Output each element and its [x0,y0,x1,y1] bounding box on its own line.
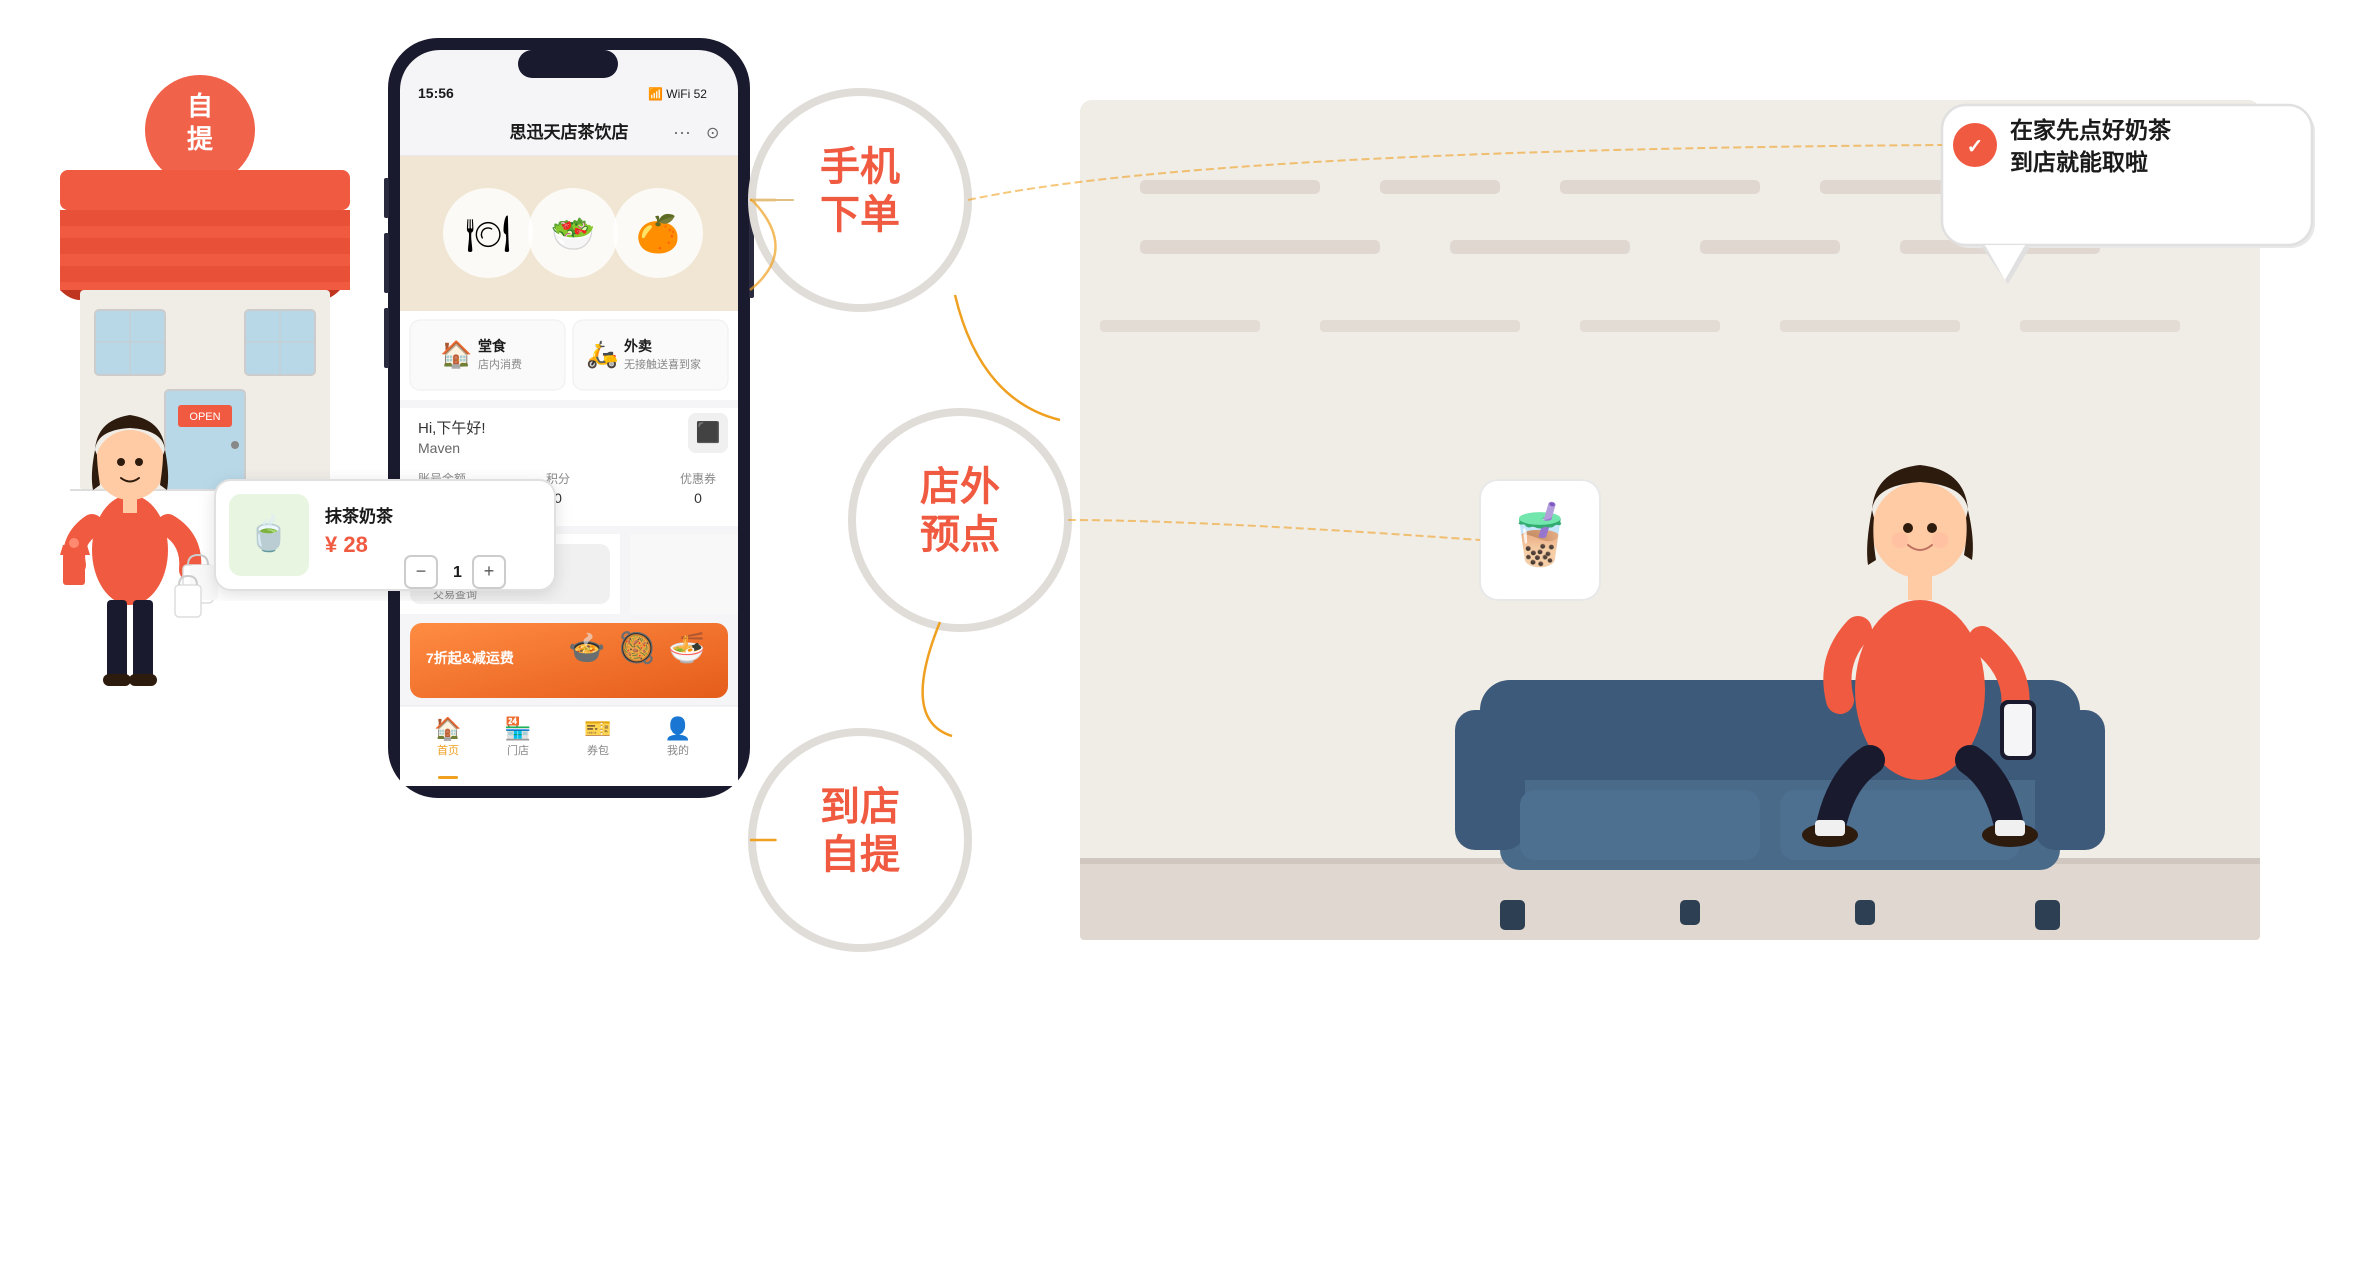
svg-text:堂食: 堂食 [478,338,507,354]
svg-text:✓: ✓ [1967,136,1984,158]
svg-text:交易查询: 交易查询 [433,587,477,601]
svg-text:抹茶奶茶: 抹茶奶茶 [325,506,394,526]
svg-text:🏠: 🏠 [440,339,472,369]
svg-text:思迅天店茶饮店: 思迅天店茶饮店 [510,122,629,142]
svg-text:🥗: 🥗 [551,213,596,254]
svg-text:Hi,下午好!: Hi,下午好! [418,420,486,437]
speech-bubble-line2: 到店就能取啦 [1942,129,2054,153]
svg-text:🧋: 🧋 [1503,500,1578,569]
svg-text:提: 提 [187,124,214,154]
svg-text:自: 自 [187,91,213,121]
product-name: 抹茶奶茶 [215,480,279,504]
svg-text:Maven: Maven [418,440,460,456]
product-price: ¥ 28 [215,504,279,522]
svg-text:手机: 手机 [820,145,900,189]
svg-text:+: + [484,561,495,581]
svg-text:⬛: ⬛ [696,420,721,444]
svg-text:预点: 预点 [920,513,1000,557]
svg-text:账号余额: 账号余额 [418,471,466,486]
svg-text:店外: 店外 [920,465,1000,509]
svg-text:我的: 我的 [667,743,689,757]
product-quantity: 1 [215,522,279,540]
svg-text:🍜: 🍜 [668,631,705,665]
svg-text:0: 0 [694,490,702,506]
svg-text:首页: 首页 [437,743,459,757]
svg-text:−: − [416,561,427,581]
svg-text:自提: 自提 [820,833,900,877]
svg-text:无接触送喜到家: 无接触送喜到家 [624,357,701,371]
svg-text:🥘: 🥘 [618,629,655,666]
svg-text:🍽: 🍽 [465,213,511,254]
svg-text:🎫: 🎫 [584,716,611,741]
svg-text:🏠: 🏠 [434,716,461,741]
svg-text:下单: 下单 [820,193,900,237]
svg-text:🍵: 🍵 [248,513,290,553]
svg-text:优惠券: 优惠券 [680,471,716,486]
svg-text:积分: 积分 [546,472,570,486]
svg-text:1: 1 [453,564,462,581]
svg-text:🛵: 🛵 [586,339,618,370]
svg-text:店内消费: 店内消费 [478,357,522,371]
svg-text:🍊: 🍊 [636,213,683,254]
svg-text:976.00: 976.00 [418,490,461,506]
svg-text:门店: 门店 [507,743,529,757]
svg-text:📶 WiFi 52: 📶 WiFi 52 [648,87,707,101]
svg-text:交易查询: 交易查询 [433,569,485,584]
svg-text:¥ 28: ¥ 28 [325,532,368,557]
svg-text:🍲: 🍲 [568,631,605,665]
svg-text:券包: 券包 [587,743,609,757]
svg-text:15:56: 15:56 [418,85,454,101]
svg-text:外卖: 外卖 [624,338,652,354]
speech-bubble-line1: 在家先点好奶茶 [1942,105,2054,129]
svg-text:7折起&减运费: 7折起&减运费 [426,650,514,666]
svg-text:⊙: ⊙ [706,125,719,142]
svg-text:👤: 👤 [664,716,691,741]
svg-text:到店就能取啦: 到店就能取啦 [2010,149,2148,175]
svg-text:OPEN: OPEN [189,411,220,423]
svg-text:到店: 到店 [820,785,900,829]
svg-text:🏪: 🏪 [504,716,531,741]
svg-text:在家先点好奶茶: 在家先点好奶茶 [2010,117,2172,143]
svg-text:···: ··· [673,122,691,142]
svg-text:0: 0 [554,490,562,506]
